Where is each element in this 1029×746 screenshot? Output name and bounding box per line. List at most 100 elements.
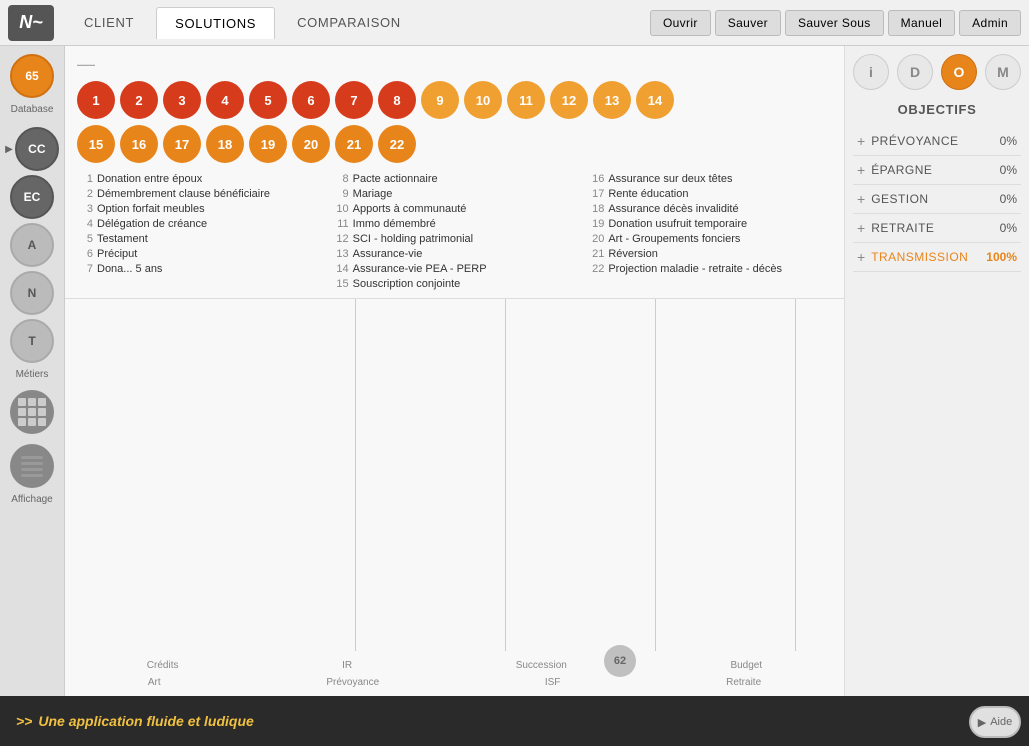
admin-button[interactable]: Admin: [959, 10, 1021, 36]
circle-22[interactable]: 22: [378, 125, 416, 163]
circle-12[interactable]: 12: [550, 81, 588, 119]
circle-20[interactable]: 20: [292, 125, 330, 163]
aide-label: Aide: [990, 716, 1012, 728]
sidebar-lines-button[interactable]: [10, 444, 54, 488]
circle-11[interactable]: 11: [507, 81, 545, 119]
legend-item-16: 16Assurance sur deux têtes: [588, 173, 832, 185]
affichage-label: Affichage: [11, 494, 53, 505]
legend-item-2: 2Démembrement clause bénéficiaire: [77, 188, 321, 200]
obj-plus-icon: +: [857, 191, 865, 207]
legend-col-2: 8Pacte actionnaire9Mariage10Apports à co…: [333, 173, 577, 290]
logo-text: N~: [19, 12, 43, 33]
circle-14[interactable]: 14: [636, 81, 674, 119]
legend-item-12: 12SCI - holding patrimonial: [333, 233, 577, 245]
right-top-icons: i D O M: [853, 54, 1021, 90]
sidebar-n[interactable]: N: [10, 271, 54, 315]
legend-item-20: 20Art - Groupements fonciers: [588, 233, 832, 245]
tab-solutions[interactable]: Solutions: [156, 7, 275, 39]
legend-item-13: 13Assurance-vie: [333, 248, 577, 260]
circle-6[interactable]: 6: [292, 81, 330, 119]
dash-separator: —: [77, 54, 832, 75]
icon-o[interactable]: O: [941, 54, 977, 90]
sidebar-t[interactable]: T: [10, 319, 54, 363]
obj-pct: 100%: [986, 250, 1017, 264]
circle-13[interactable]: 13: [593, 81, 631, 119]
sidebar-grid-button[interactable]: [10, 390, 54, 434]
circle-16[interactable]: 16: [120, 125, 158, 163]
legend-section: — 1234567891011121314 1516171819202122 1…: [65, 46, 844, 299]
sauver-sous-button[interactable]: Sauver Sous: [785, 10, 884, 36]
circle-10[interactable]: 10: [464, 81, 502, 119]
tab-client[interactable]: Client: [66, 7, 152, 38]
left-sidebar: 65 Database ▶ CC EC A N T Métiers Affich…: [0, 46, 65, 746]
legend-item-10: 10Apports à communauté: [333, 203, 577, 215]
circle-19[interactable]: 19: [249, 125, 287, 163]
circle-15[interactable]: 15: [77, 125, 115, 163]
circle-17[interactable]: 17: [163, 125, 201, 163]
icon-d[interactable]: D: [897, 54, 933, 90]
sauver-button[interactable]: Sauver: [715, 10, 781, 36]
legend-item-19: 19Donation usufruit temporaire: [588, 218, 832, 230]
sidebar-metiers-label: Métiers: [16, 369, 49, 380]
obj-row-transmission[interactable]: + Transmission 100%: [853, 243, 1021, 272]
sidebar-arrow-left[interactable]: ▶: [5, 144, 13, 155]
circle-2[interactable]: 2: [120, 81, 158, 119]
lines-icon: [21, 456, 43, 477]
legend-item-5: 5Testament: [77, 233, 321, 245]
axis-bottom-2: Art Prévoyance ISF Retraite: [65, 677, 844, 688]
obj-pct: 0%: [1000, 134, 1017, 148]
vline-3: [655, 299, 656, 651]
aide-button[interactable]: ▶ Aide: [969, 706, 1021, 738]
icon-m[interactable]: M: [985, 54, 1021, 90]
circle-8[interactable]: 8: [378, 81, 416, 119]
circle-7[interactable]: 7: [335, 81, 373, 119]
axis-label-ir: IR: [342, 660, 352, 671]
circle-4[interactable]: 4: [206, 81, 244, 119]
circle-1[interactable]: 1: [77, 81, 115, 119]
sidebar-cc[interactable]: CC: [15, 127, 59, 171]
circle-21[interactable]: 21: [335, 125, 373, 163]
axis-label-credits: Crédits: [147, 660, 179, 671]
circle-5[interactable]: 5: [249, 81, 287, 119]
vline-2: [505, 299, 506, 651]
axis-label-succession: Succession: [516, 660, 567, 671]
legend-item-11: 11Immo démembré: [333, 218, 577, 230]
tab-comparaison[interactable]: Comparaison: [279, 7, 419, 38]
aide-icon: ▶: [978, 716, 986, 729]
obj-label: Retraite: [871, 221, 999, 235]
legend-item-4: 4Délégation de créance: [77, 218, 321, 230]
circle-9[interactable]: 9: [421, 81, 459, 119]
manuel-button[interactable]: Manuel: [888, 10, 956, 36]
sidebar-a[interactable]: A: [10, 223, 54, 267]
obj-row-prévoyance[interactable]: + Prévoyance 0%: [853, 127, 1021, 156]
obj-label: Épargne: [871, 163, 999, 177]
obj-label: Prévoyance: [871, 134, 999, 148]
circles-row-1: 1234567891011121314: [77, 81, 832, 119]
obj-row-retraite[interactable]: + Retraite 0%: [853, 214, 1021, 243]
circle-3[interactable]: 3: [163, 81, 201, 119]
database-count[interactable]: 65: [10, 54, 54, 98]
legend-item-7: 7Dona... 5 ans: [77, 263, 321, 275]
obj-row-épargne[interactable]: + Épargne 0%: [853, 156, 1021, 185]
sidebar-ec[interactable]: EC: [10, 175, 54, 219]
obj-plus-icon: +: [857, 162, 865, 178]
obj-row-gestion[interactable]: + Gestion 0%: [853, 185, 1021, 214]
database-label: Database: [11, 104, 54, 115]
legend-item-18: 18Assurance décès invalidité: [588, 203, 832, 215]
bottom-arrows: >>: [16, 713, 32, 729]
circle-18[interactable]: 18: [206, 125, 244, 163]
legend-item-14: 14Assurance-vie PEA - PERP: [333, 263, 577, 275]
ouvrir-button[interactable]: Ouvrir: [650, 10, 711, 36]
legend-col-1: 1Donation entre époux2Démembrement claus…: [77, 173, 321, 290]
vline-4: [795, 299, 796, 651]
axis-label-prevoyance: Prévoyance: [326, 677, 379, 688]
legend-item-3: 3Option forfait meubles: [77, 203, 321, 215]
obj-label: Transmission: [871, 250, 986, 264]
legend-col-3: 16Assurance sur deux têtes17Rente éducat…: [588, 173, 832, 290]
top-nav: N~ Client Solutions Comparaison Ouvrir S…: [0, 0, 1029, 46]
bottom-text: Une application fluide et ludique: [38, 713, 253, 729]
legend-item-9: 9Mariage: [333, 188, 577, 200]
legend-item-22: 22Projection maladie - retraite - décès: [588, 263, 832, 275]
icon-info[interactable]: i: [853, 54, 889, 90]
content-area: — 1234567891011121314 1516171819202122 1…: [65, 46, 844, 746]
